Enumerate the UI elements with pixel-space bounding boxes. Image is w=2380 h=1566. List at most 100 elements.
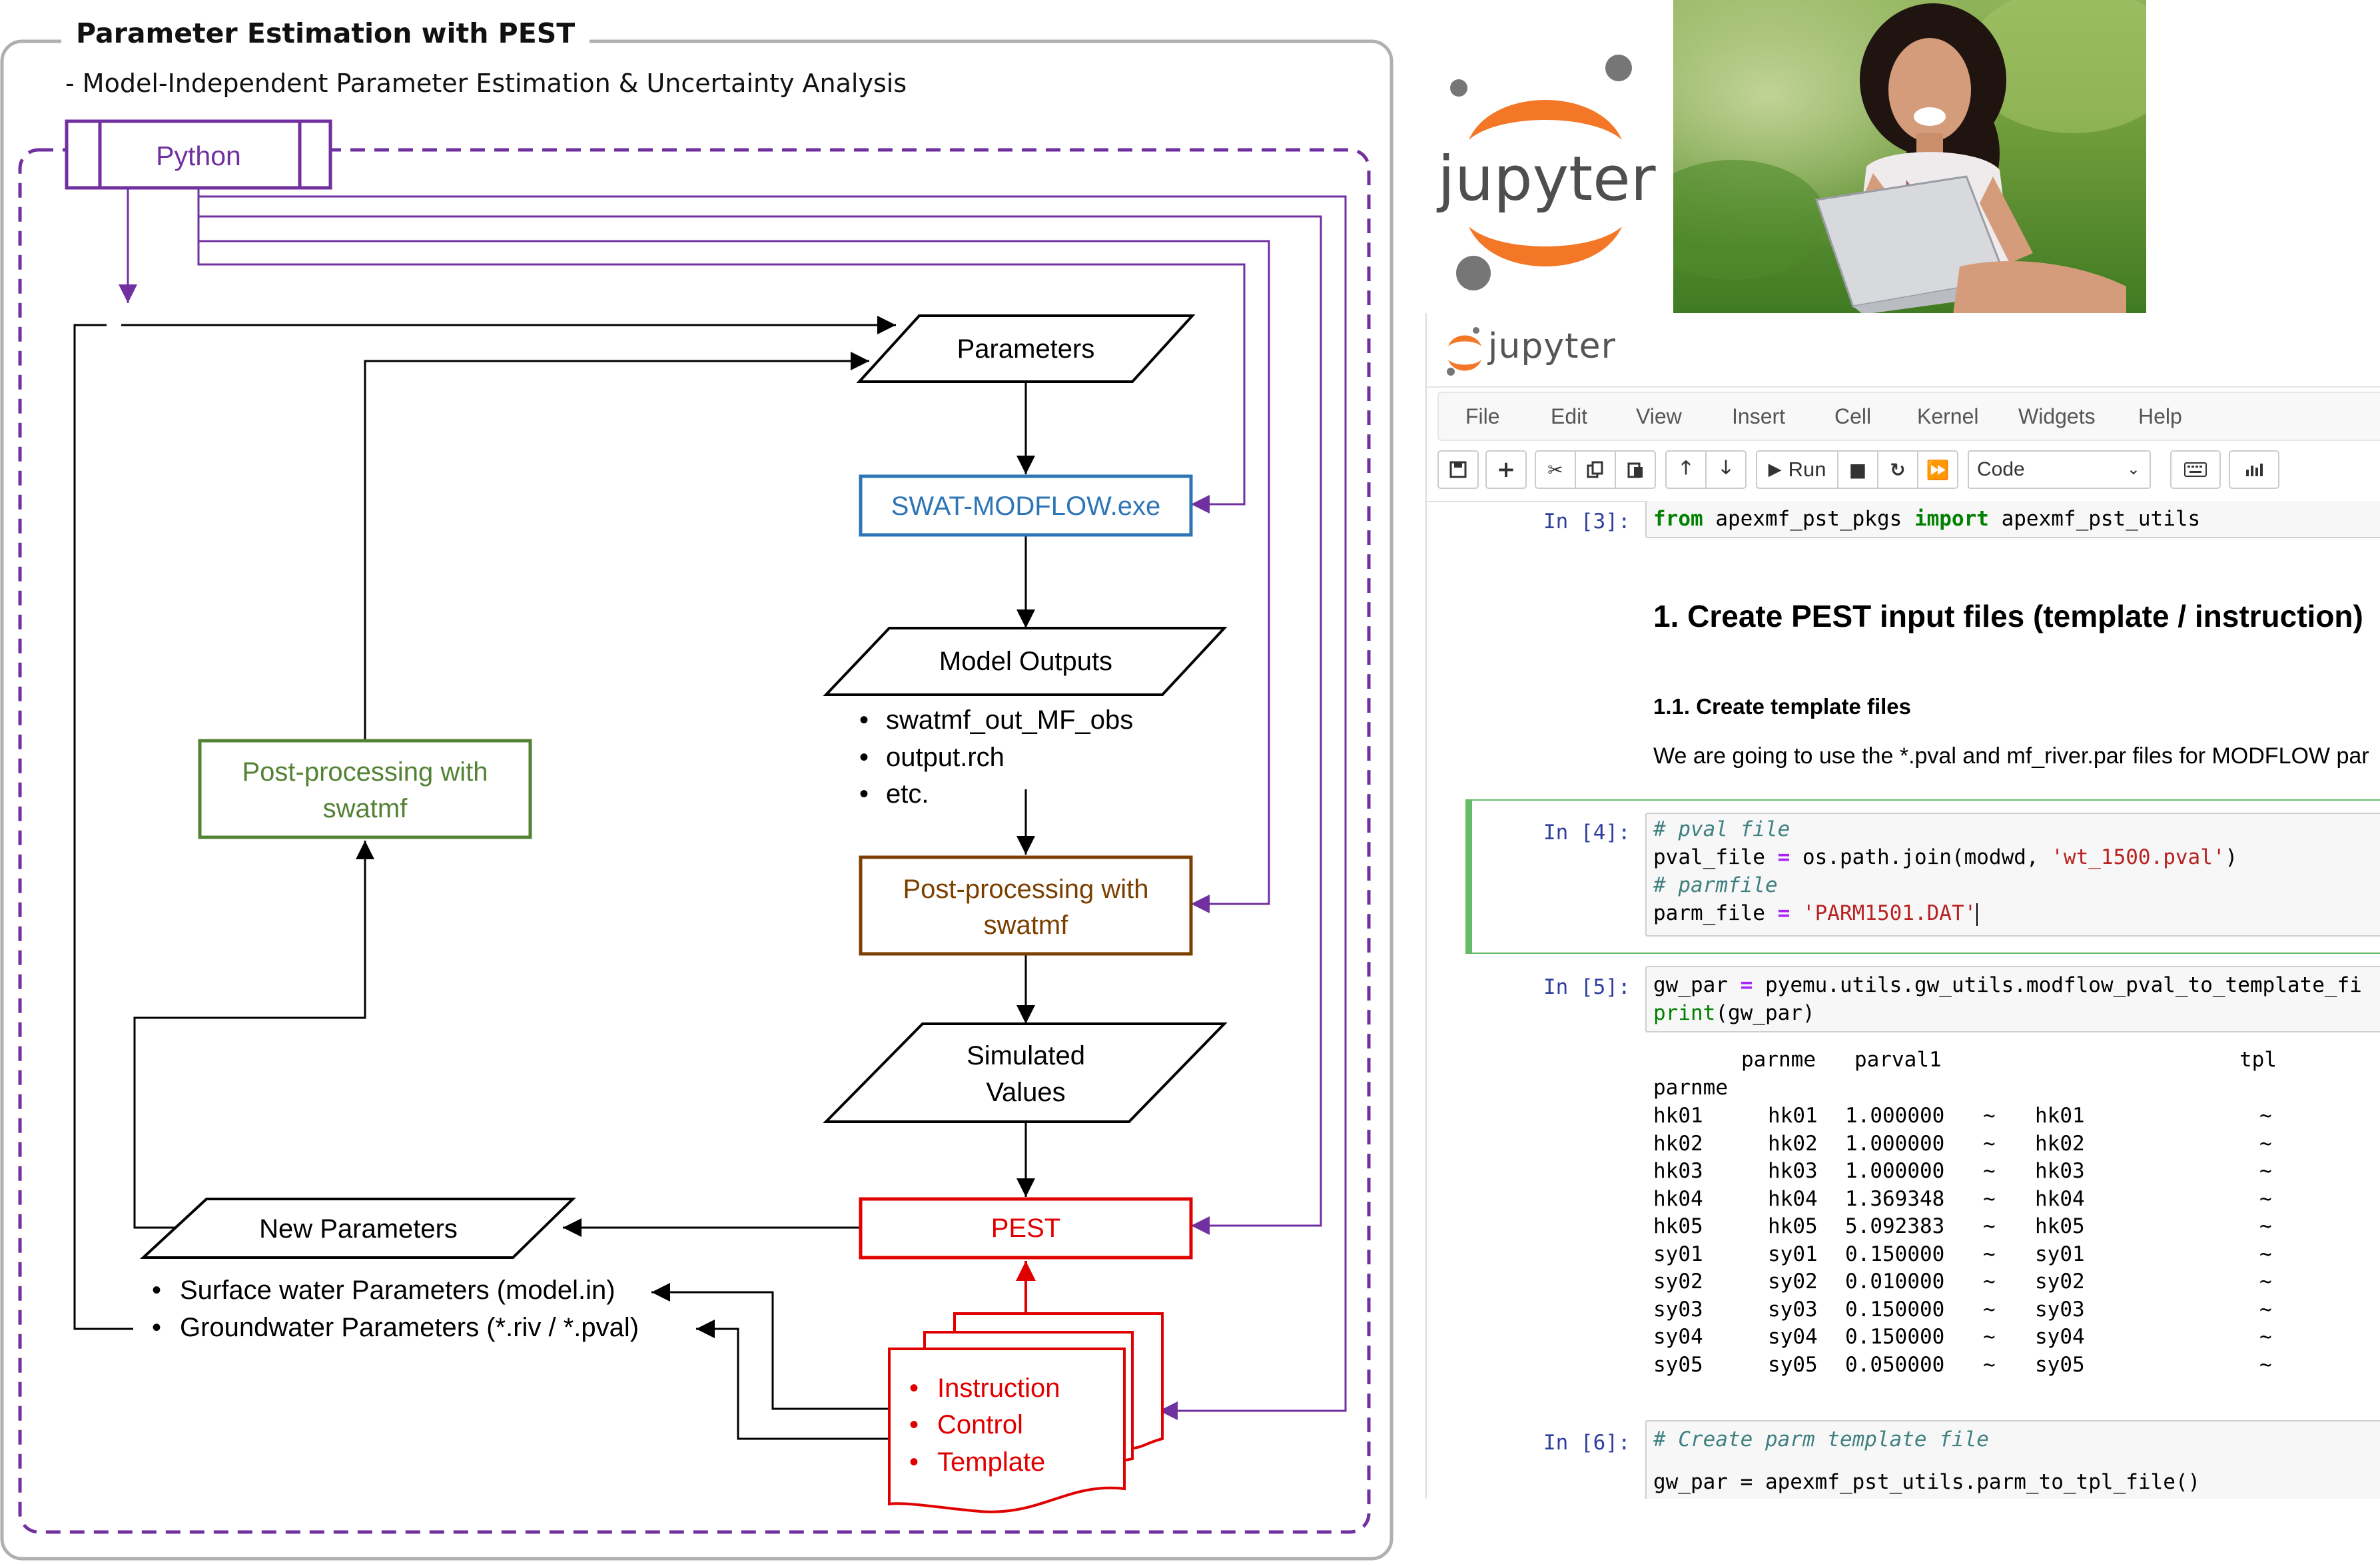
output-cell: hk01 [1653,1104,1703,1128]
output-cell: hk03 [2035,1159,2085,1183]
code-cell-6[interactable]: # Create parm template file gw_par = ape… [1645,1420,2380,1499]
parameters-node: Parameters [856,314,1196,383]
paste-button[interactable] [1615,450,1656,489]
new-parameter-item: Groundwater Parameters (*.riv / *.pval) [180,1313,639,1342]
cell-prompt: In [4]: [1543,821,1631,845]
code-token: 'PARM1501.DAT' [1790,901,1977,925]
menu-view[interactable]: View [1636,393,1682,440]
output-row: sy03 sy03 0.150000 ~ sy03 ~ [1653,1296,2380,1324]
code-comment: # pval file [1653,817,1790,841]
output-cell: sy04 [2035,1325,2085,1349]
output-cell: ~ [2259,1186,2272,1211]
move-down-button[interactable]: 🡓 [1705,450,1747,489]
code-token: = [1777,901,1790,925]
run-label: Run [1788,458,1826,481]
code-token: apexmf_pst_pkgs [1703,507,1914,531]
menu-help[interactable]: Help [2138,393,2182,440]
arrow-down-icon: 🡓 [1721,456,1731,478]
arrow-up-icon: 🡑 [1681,456,1691,478]
code-token: pval_file [1653,845,1778,869]
restart-icon: ↻ [1890,458,1906,481]
plus-icon: + [1496,456,1516,483]
notebook-toolbar: + ✂ 🡑 🡓 ▶ Run ■ ↻ ⏩ Code ⌄ [1437,446,2380,493]
output-row: hk01 hk01 1.000000 ~ hk01 ~ [1653,1102,2380,1130]
output-cell: ~ [2259,1104,2272,1128]
notebook-brand[interactable]: jupyter [1488,326,1616,366]
output-cell: ~ [1983,1214,1996,1238]
output-cell: hk05 [1653,1214,1703,1238]
output-row: sy02 sy02 0.010000 ~ sy02 ~ [1653,1268,2380,1296]
markdown-heading: 1. Create PEST input files (template / i… [1653,599,2363,633]
output-cell: ~ [1983,1352,1996,1377]
model-output-item: output.rch [886,743,1004,772]
output-cell: ~ [1983,1242,1996,1266]
copy-icon [1587,461,1603,478]
restart-run-all-button[interactable]: ⏩ [1917,450,1958,489]
new-parameters-label: New Parameters [259,1214,458,1244]
code-token: 'wt_1500.pval' [2051,845,2225,869]
code-token: ) [2225,845,2238,869]
cut-button[interactable]: ✂ [1535,450,1576,489]
output-index-name: parnme [1653,1076,1728,1100]
cell-type-select[interactable]: Code ⌄ [1968,450,2151,489]
chart-button[interactable] [2229,450,2279,489]
restart-button[interactable]: ↻ [1877,450,1918,489]
output-cell: 0.010000 [1845,1270,1945,1294]
output-cell: hk03 [1768,1159,1818,1183]
menu-insert[interactable]: Insert [1732,393,1785,440]
diagram-subtitle: - Model-Independent Parameter Estimation… [65,69,907,98]
markdown-paragraph: We are going to use the *.pval and mf_ri… [1653,743,2369,769]
save-button[interactable] [1437,450,1479,489]
output-cell: hk03 [1653,1159,1703,1183]
output-cell: ~ [2259,1270,2272,1294]
output-cell: sy05 [1768,1352,1818,1377]
output-cell: 0.050000 [1845,1352,1945,1377]
swat-modflow-label: SWAT-MODFLOW.exe [891,492,1160,521]
model-output-item: swatmf_out_MF_obs [886,705,1133,735]
output-header: parnme [1741,1048,1816,1072]
code-token: import [1914,507,1989,531]
command-palette-button[interactable] [2170,450,2221,489]
output-header-row: parnme parval1 tpl [1653,1046,2380,1074]
insert-cell-button[interactable]: + [1485,450,1527,489]
output-cell: sy05 [1653,1352,1703,1377]
output-cell: 1.369348 [1845,1186,1945,1211]
output-cell: ~ [2259,1214,2272,1238]
output-row: hk04 hk04 1.369348 ~ hk04 ~ [1653,1185,2380,1213]
code-cell-5[interactable]: gw_par = pyemu.utils.gw_utils.modflow_pv… [1645,966,2380,1032]
new-parameters-node: New Parameters [139,1198,576,1259]
copy-button[interactable] [1575,450,1616,489]
output-cell: ~ [1983,1104,1996,1128]
output-cell: ~ [1983,1159,1996,1183]
jupyter-logo: jupyter [1432,40,1659,306]
bullet: • [859,779,869,809]
output-cell: 0.150000 [1845,1242,1945,1266]
output-cell: ~ [1983,1270,1996,1294]
output-cell: sy03 [2035,1297,2085,1322]
menu-widgets[interactable]: Widgets [2018,393,2096,440]
output-row: sy01 sy01 0.150000 ~ sy01 ~ [1653,1240,2380,1268]
code-line-cut: gw_par = apexmf_pst_utils.parm_to_tpl_fi… [1653,1470,2201,1494]
move-up-button[interactable]: 🡑 [1665,450,1707,489]
save-icon [1449,461,1467,478]
output-cell: 0.150000 [1845,1297,1945,1322]
code-token: print [1653,1001,1716,1025]
menu-kernel[interactable]: Kernel [1917,393,1979,440]
run-button[interactable]: ▶ Run [1756,450,1838,489]
menu-file[interactable]: File [1465,393,1500,440]
output-cell: ~ [1983,1325,1996,1349]
menu-cell[interactable]: Cell [1834,393,1871,440]
output-cell: sy05 [2035,1352,2085,1377]
code-cell-3[interactable]: from apexmf_pst_pkgs import apexmf_pst_u… [1645,501,2380,538]
output-cell: 0.150000 [1845,1325,1945,1349]
pest-label: PEST [991,1214,1060,1243]
output-cell: sy04 [1653,1325,1703,1349]
code-cell-4[interactable]: # pval file pval_file = os.path.join(mod… [1645,813,2380,937]
code-comment: # Create parm template file [1653,1427,1989,1451]
output-cell: 5.092383 [1845,1214,1945,1238]
menu-edit[interactable]: Edit [1551,393,1587,440]
output-cell: hk01 [2035,1104,2085,1128]
code-token: (gw_par) [1715,1001,1815,1025]
stop-button[interactable]: ■ [1837,450,1878,489]
output-cell: hk02 [1653,1131,1703,1156]
